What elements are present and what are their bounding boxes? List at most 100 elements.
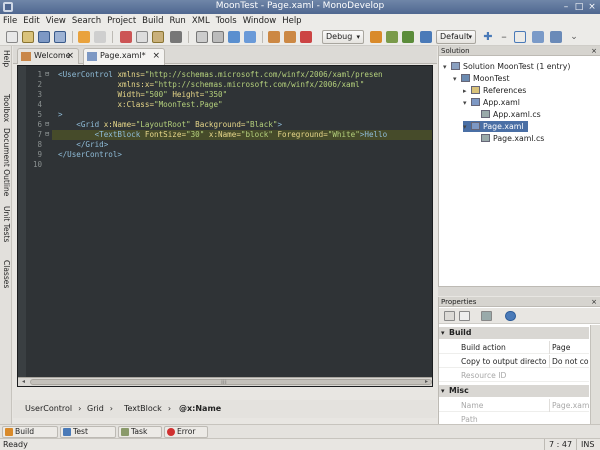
menu-search[interactable]: Search	[69, 14, 104, 28]
tree-node-moontest[interactable]: ▾ MoonTest	[453, 73, 510, 84]
breadcrumb-item[interactable]: TextBlock ›	[124, 404, 171, 413]
property-row[interactable]: Name Page.xaml	[439, 399, 589, 412]
bookmark-prev-icon[interactable]	[284, 31, 296, 43]
categorized-view-icon[interactable]	[444, 311, 455, 321]
tree-node-app-xaml-cs[interactable]: App.xaml.cs	[473, 109, 541, 120]
close-icon[interactable]: ×	[152, 49, 160, 63]
solution-horizontal-scrollbar[interactable]	[438, 286, 600, 296]
web-icon[interactable]	[532, 31, 544, 43]
tree-node-references[interactable]: ▸ References	[463, 85, 526, 96]
code-line[interactable]: x:Class="MoonTest.Page"	[58, 100, 222, 110]
fold-marker-icon[interactable]: ⊟	[45, 120, 49, 128]
chevron-down-icon[interactable]: ▾	[453, 74, 461, 85]
tab-welcome[interactable]: Welcome ×	[17, 48, 79, 64]
menu-view[interactable]: View	[43, 14, 69, 28]
bottom-pad-test-results[interactable]: Test Results	[60, 426, 116, 446]
fold-marker-icon[interactable]: ⊟	[45, 130, 49, 138]
menu-file[interactable]: File	[0, 14, 20, 28]
menu-xml[interactable]: XML	[189, 14, 213, 28]
cut-icon[interactable]	[120, 31, 132, 43]
sort-alphabetically-icon[interactable]	[459, 311, 470, 321]
tree-node-solution-moontest-1-entry[interactable]: ▾ Solution MoonTest (1 entry)	[443, 61, 570, 72]
print-icon[interactable]	[170, 31, 182, 43]
menu-build[interactable]: Build	[139, 14, 166, 28]
fullscreen-icon[interactable]	[514, 31, 526, 43]
run-icon[interactable]	[402, 31, 414, 43]
tree-node-app-xaml[interactable]: ▾ App.xaml	[463, 97, 520, 108]
menu-tools[interactable]: Tools	[213, 14, 240, 28]
close-icon[interactable]: ×	[66, 49, 74, 63]
chevron-down-icon[interactable]: ▾	[441, 385, 445, 397]
menu-edit[interactable]: Edit	[20, 14, 42, 28]
property-row[interactable]: Copy to output directoryDo not copy	[439, 355, 589, 368]
new-file-icon[interactable]	[6, 31, 18, 43]
find-next-icon[interactable]	[212, 31, 224, 43]
code-line[interactable]: <TextBlock FontSize="30" x:Name="block" …	[58, 130, 388, 140]
close-icon[interactable]: ×	[591, 297, 597, 307]
scroll-left-icon[interactable]: ◂	[19, 378, 28, 386]
chevron-down-icon[interactable]: ▾	[463, 122, 471, 133]
close-icon[interactable]: ×	[591, 46, 597, 56]
menu-help[interactable]: Help	[279, 14, 304, 28]
build-icon[interactable]	[370, 31, 382, 43]
bottom-pad-build-output[interactable]: Build Output	[2, 426, 58, 446]
find-icon[interactable]	[196, 31, 208, 43]
close-window-button[interactable]: ×	[586, 1, 598, 13]
help-icon[interactable]	[550, 31, 562, 43]
code-line[interactable]: </Grid>	[58, 140, 108, 150]
info-icon[interactable]	[505, 311, 516, 321]
breadcrumb-item[interactable]: Grid ›	[87, 404, 113, 413]
chevron-down-icon[interactable]: ▾	[443, 62, 451, 73]
bottom-pad-error-list[interactable]: Error List	[164, 426, 208, 446]
code-line[interactable]: <UserControl xmlns="http://schemas.micro…	[58, 70, 383, 80]
redo-icon[interactable]	[94, 31, 106, 43]
layout-combo[interactable]: Default ▾	[436, 30, 476, 44]
add-icon[interactable]: ✚	[482, 31, 494, 43]
property-pages-icon[interactable]	[481, 311, 492, 321]
property-value[interactable]: Do not copy	[549, 355, 589, 368]
properties-vertical-scrollbar[interactable]	[590, 325, 600, 424]
code-line[interactable]: Width="500" Height="350"	[58, 90, 227, 100]
chevron-down-icon[interactable]: ⌄	[568, 31, 580, 43]
menu-run[interactable]: Run	[167, 14, 189, 28]
property-category-build[interactable]: ▾ Build	[439, 327, 589, 339]
copy-icon[interactable]	[136, 31, 148, 43]
paste-icon[interactable]	[152, 31, 164, 43]
minimize-button[interactable]: –	[560, 1, 572, 13]
property-row[interactable]: Build action Page	[439, 341, 589, 354]
menu-window[interactable]: Window	[240, 14, 280, 28]
property-value[interactable]: Page.xaml	[549, 399, 589, 412]
code-line[interactable]: >	[58, 110, 63, 120]
undo-icon[interactable]	[78, 31, 90, 43]
code-line[interactable]: <Grid x:Name="LayoutRoot" Background="Bl…	[58, 120, 282, 130]
tab-page-xaml[interactable]: Page.xaml* ×	[83, 48, 165, 65]
code-line[interactable]: xmlns:x="http://schemas.microsoft.com/wi…	[58, 80, 364, 90]
breadcrumb-item[interactable]: @x:Name	[179, 404, 221, 413]
tree-node-page-xaml[interactable]: ▾ Page.xaml	[463, 121, 528, 132]
stop-icon[interactable]	[420, 31, 432, 43]
configuration-combo[interactable]: Debug ▾	[322, 30, 364, 44]
tree-node-page-xaml-cs[interactable]: Page.xaml.cs	[473, 133, 544, 144]
remove-icon[interactable]: –	[498, 31, 510, 43]
breadcrumb-item[interactable]: UserControl ›	[25, 404, 81, 413]
chevron-down-icon[interactable]: ▾	[463, 98, 471, 109]
code-line[interactable]: </UserControl>	[58, 150, 122, 160]
chevron-right-icon[interactable]: ▸	[463, 86, 471, 97]
maximize-button[interactable]: □	[573, 1, 585, 13]
save-all-icon[interactable]	[54, 31, 66, 43]
rebuild-icon[interactable]	[386, 31, 398, 43]
bookmark-clear-icon[interactable]	[300, 31, 312, 43]
menu-project[interactable]: Project	[104, 14, 139, 28]
replace-icon[interactable]	[228, 31, 240, 43]
code-editor[interactable]: ◂ ⁞⁞⁞ ▸ 1 2 3 4 5 6 7 8 9 10 ⊟ ⊟ ⊟ <UserControl xmlns…	[17, 65, 433, 387]
scroll-right-icon[interactable]: ▸	[422, 378, 431, 386]
save-icon[interactable]	[38, 31, 50, 43]
property-value[interactable]: Page	[549, 341, 589, 354]
bookmark-toggle-icon[interactable]	[268, 31, 280, 43]
property-row[interactable]: Resource ID	[439, 369, 589, 382]
property-category-misc[interactable]: ▾ Misc	[439, 385, 589, 397]
fold-marker-icon[interactable]: ⊟	[45, 70, 49, 78]
scrollbar-thumb[interactable]: ⁞⁞⁞	[30, 379, 432, 386]
bottom-pad-task-list[interactable]: Task List	[118, 426, 162, 446]
open-folder-icon[interactable]	[22, 31, 34, 43]
